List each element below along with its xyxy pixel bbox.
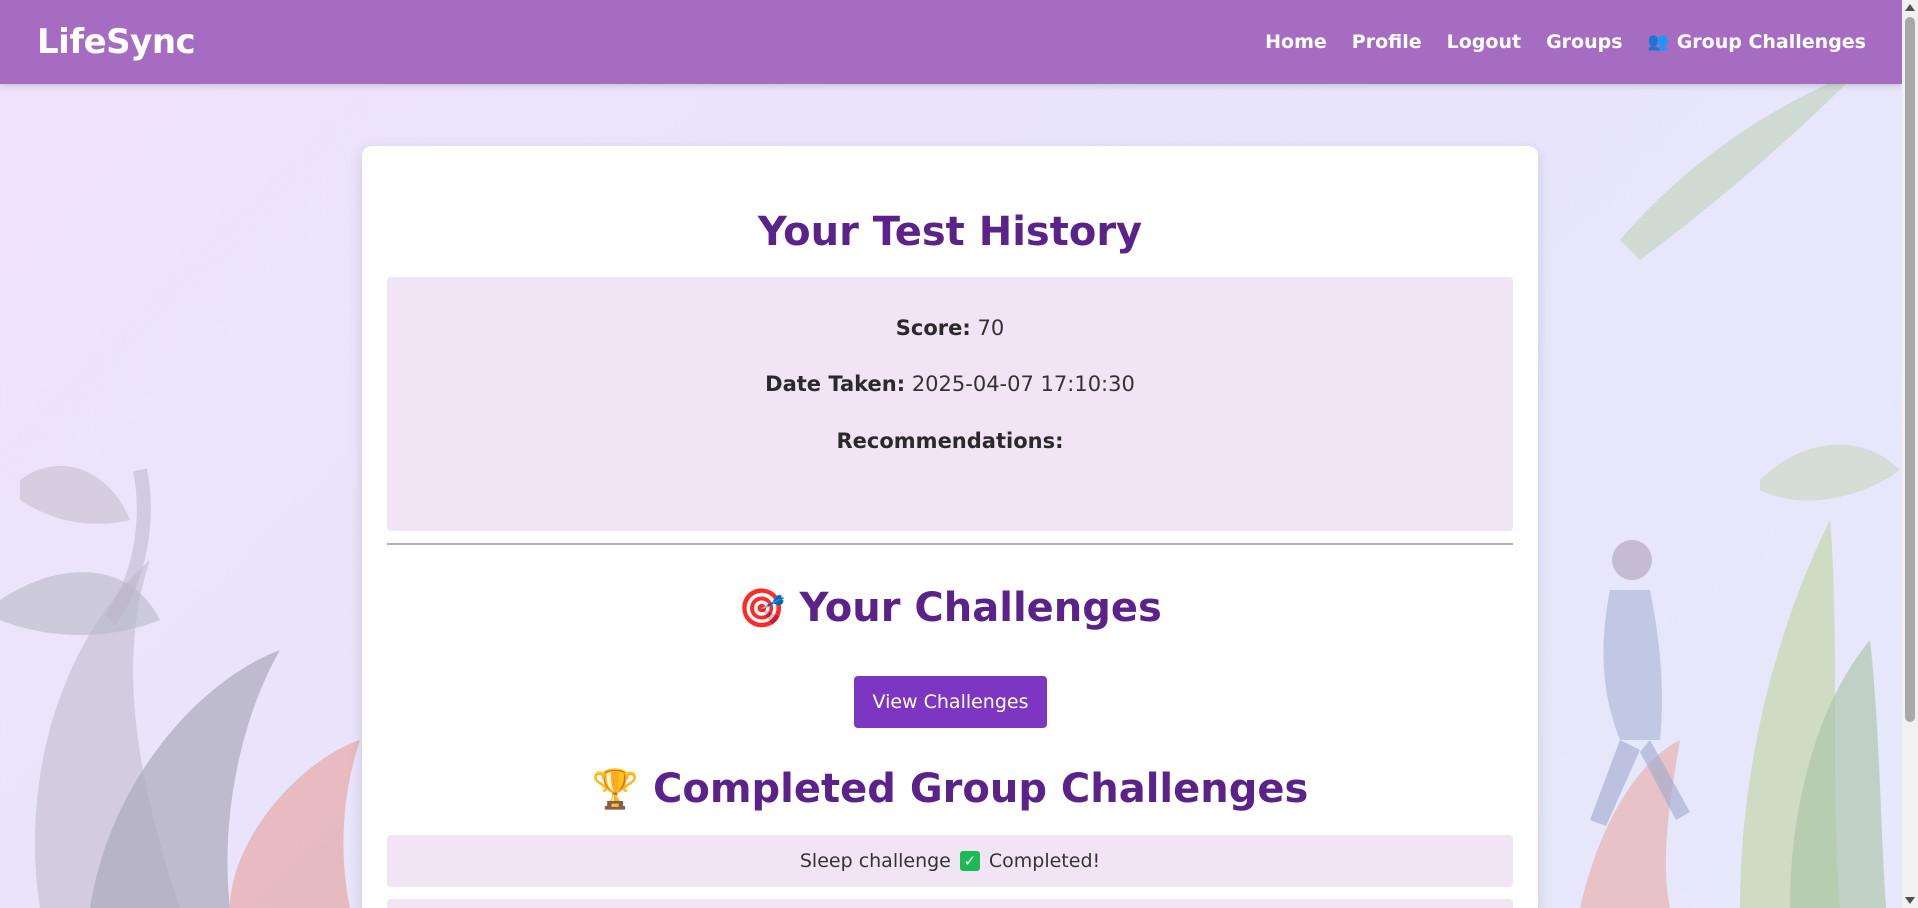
date-taken-label: Date Taken: <box>765 372 906 396</box>
top-navbar: LifeSync Home Profile Logout Groups 👥 Gr… <box>0 0 1902 84</box>
group-icon: 👥 <box>1647 32 1669 52</box>
score-label: Score: <box>895 316 971 340</box>
nav-home-link[interactable]: Home <box>1265 31 1327 53</box>
your-challenges-title: 🎯 Your Challenges <box>362 585 1538 631</box>
nav-group-challenges-link[interactable]: 👥 Group Challenges <box>1648 31 1866 53</box>
date-taken-line: Date Taken: 2025-04-07 17:10:30 <box>362 372 1538 396</box>
recommendations-line: Recommendations: <box>362 429 1538 453</box>
date-taken-value: 2025-04-07 17:10:30 <box>911 372 1135 396</box>
check-icon: ✓ <box>959 851 980 871</box>
nav-logout-link[interactable]: Logout <box>1447 31 1521 53</box>
challenge-name: Sleep challenge <box>799 850 951 872</box>
challenge-status: Completed! <box>988 850 1101 872</box>
brand-logo[interactable]: LifeSync <box>37 22 196 62</box>
target-icon: 🎯 <box>738 586 786 630</box>
scroll-down-arrow-icon[interactable] <box>1905 897 1915 904</box>
completed-challenge-item-partial <box>387 899 1513 908</box>
nav-groups-link[interactable]: Groups <box>1546 31 1622 53</box>
recommendations-label: Recommendations: <box>836 429 1064 453</box>
scroll-thumb[interactable] <box>1905 17 1915 722</box>
trophy-icon: 🏆 <box>591 767 640 811</box>
view-challenges-button[interactable]: View Challenges <box>854 676 1047 728</box>
completed-group-challenges-label: Completed Group Challenges <box>653 766 1309 812</box>
score-line: Score: 70 <box>362 316 1538 340</box>
score-value: 70 <box>977 316 1005 340</box>
completed-group-challenges-title: 🏆 Completed Group Challenges <box>362 766 1538 812</box>
your-challenges-label: Your Challenges <box>799 585 1162 631</box>
nav-links: Home Profile Logout Groups 👥 Group Chall… <box>1265 31 1866 53</box>
vertical-scrollbar[interactable] <box>1902 0 1918 908</box>
scroll-up-arrow-icon[interactable] <box>1905 4 1915 11</box>
main-card: Your Test History Score: 70 Date Taken: … <box>362 146 1538 908</box>
test-history-title: Your Test History <box>757 209 1143 255</box>
section-divider <box>387 543 1513 545</box>
nav-group-challenges-label: Group Challenges <box>1676 31 1866 53</box>
completed-challenge-item: Sleep challenge ✓ Completed! <box>387 835 1513 887</box>
nav-profile-link[interactable]: Profile <box>1352 31 1422 53</box>
